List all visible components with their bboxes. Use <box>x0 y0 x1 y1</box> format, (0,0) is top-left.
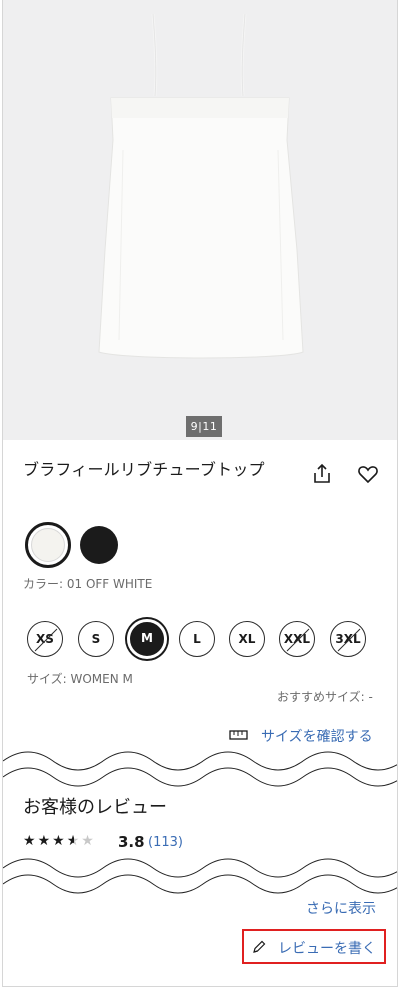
camisole-illustration <box>98 13 304 359</box>
share-icon <box>314 463 330 483</box>
color-swatch-off-white[interactable] <box>25 522 71 568</box>
unavailable-slash-icon <box>337 628 361 652</box>
size-option-xl[interactable]: XL <box>229 621 265 657</box>
size-label: L <box>193 632 201 646</box>
star-half-icon: ★ <box>66 833 82 849</box>
cut-separator <box>3 751 397 787</box>
star-rating: ★★★★★ <box>23 833 96 849</box>
star-full-icon: ★ <box>52 833 67 849</box>
product-page: 9|11 ブラフィールリブチューブトップ カラー: 01 OFF WHITE X… <box>2 0 398 987</box>
size-label: M <box>141 631 153 645</box>
star-empty-icon: ★ <box>81 833 96 849</box>
pencil-icon <box>253 940 266 953</box>
color-label: カラー: 01 OFF WHITE <box>23 577 153 591</box>
share-button[interactable] <box>310 462 334 490</box>
star-full-icon: ★ <box>23 833 38 849</box>
unavailable-slash-icon <box>286 628 310 652</box>
size-label: XL <box>238 632 256 646</box>
reviews-heading: お客様のレビュー <box>23 797 167 818</box>
cut-separator <box>3 858 397 894</box>
unavailable-slash-icon <box>34 628 58 652</box>
heart-icon <box>358 466 378 484</box>
review-count-link[interactable]: (113) <box>148 835 183 850</box>
size-label-text: サイズ: WOMEN M <box>27 672 133 686</box>
product-title: ブラフィールリブチューブトップ <box>23 460 265 479</box>
write-review-button[interactable]: レビューを書く <box>242 929 386 964</box>
recommended-size: おすすめサイズ: - <box>277 690 373 704</box>
ruler-icon <box>229 730 248 740</box>
size-option-xs[interactable]: XS <box>27 621 63 657</box>
image-pager: 9|11 <box>186 416 222 437</box>
write-review-label: レビューを書く <box>278 941 376 957</box>
size-option-xxl[interactable]: XXL <box>279 621 315 657</box>
size-option-3xl[interactable]: 3XL <box>330 621 366 657</box>
size-label: S <box>91 632 101 646</box>
size-option-l[interactable]: L <box>179 621 215 657</box>
favorite-button[interactable] <box>356 462 380 490</box>
color-swatch-black[interactable] <box>80 526 118 564</box>
star-full-icon: ★ <box>37 833 53 849</box>
see-more-link[interactable]: さらに表示 <box>306 898 376 918</box>
size-option-m[interactable]: M <box>127 619 167 659</box>
product-image[interactable]: 9|11 <box>3 0 397 440</box>
size-option-s[interactable]: S <box>78 621 114 657</box>
rating-value: 3.8 <box>118 833 145 851</box>
swatch-fill <box>31 528 65 562</box>
